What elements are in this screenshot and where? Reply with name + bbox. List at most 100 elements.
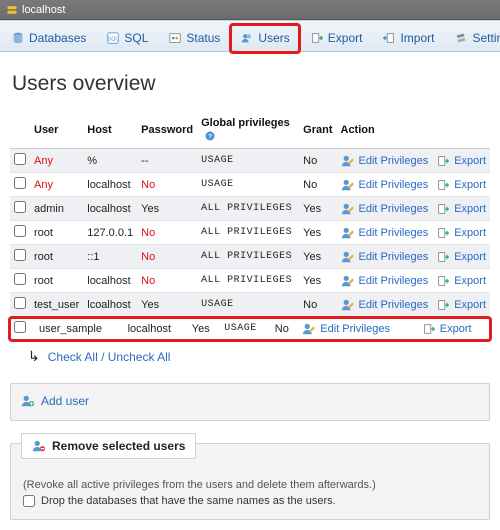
export-icon <box>310 31 324 45</box>
sql-icon: SQL <box>106 31 120 45</box>
cell-grant: Yes <box>299 221 336 245</box>
edit-privileges-icon <box>341 298 355 312</box>
cell-host: lcoalhost <box>83 293 137 317</box>
cell-edit[interactable]: Edit Privileges <box>337 221 433 245</box>
cell-export[interactable]: Export <box>432 269 490 293</box>
row-checkbox[interactable] <box>14 153 26 165</box>
cell-privileges: ALL PRIVILEGES <box>197 269 299 293</box>
row-checkbox[interactable] <box>14 321 26 333</box>
cell-privileges: USAGE <box>197 293 299 317</box>
export-icon <box>436 226 450 240</box>
edit-privileges-icon <box>341 154 355 168</box>
export-icon <box>436 178 450 192</box>
cell-host: % <box>83 149 137 173</box>
check-all-link[interactable]: Check All / Uncheck All <box>48 350 171 364</box>
cell-password: No <box>137 221 197 245</box>
cell-password: No <box>137 173 197 197</box>
server-icon <box>6 4 18 16</box>
cell-password: No <box>137 269 197 293</box>
cell-grant: No <box>299 173 336 197</box>
tab-settings[interactable]: Settings <box>445 25 500 51</box>
row-checkbox[interactable] <box>14 273 26 285</box>
cell-user: user_sample <box>35 317 124 341</box>
cell-grant: No <box>299 293 336 317</box>
svg-text:?: ? <box>208 133 212 140</box>
table-row: user_samplelocalhostYesUSAGENoEdit Privi… <box>10 317 490 341</box>
cell-privileges: ALL PRIVILEGES <box>197 245 299 269</box>
database-icon <box>11 31 25 45</box>
cell-host: 127.0.0.1 <box>83 221 137 245</box>
cell-edit[interactable]: Edit Privileges <box>337 293 433 317</box>
cell-export[interactable]: Export <box>432 197 490 221</box>
cell-export[interactable]: Export <box>432 245 490 269</box>
cell-edit[interactable]: Edit Privileges <box>337 173 433 197</box>
tab-users[interactable]: Users <box>231 25 298 51</box>
users-icon <box>240 31 254 45</box>
cell-edit[interactable]: Edit Privileges <box>337 269 433 293</box>
cell-export[interactable]: Export <box>432 221 490 245</box>
window-titlebar: localhost <box>0 0 500 20</box>
cell-host: localhost <box>124 317 188 341</box>
users-table: User Host Password Global privileges ? G… <box>10 112 490 342</box>
cell-privileges: USAGE <box>197 173 299 197</box>
export-icon <box>436 154 450 168</box>
row-checkbox[interactable] <box>14 177 26 189</box>
cell-user: Any <box>30 173 83 197</box>
row-checkbox[interactable] <box>14 297 26 309</box>
tab-status[interactable]: Status <box>159 25 229 51</box>
cell-export[interactable]: Export <box>432 293 490 317</box>
help-icon[interactable]: ? <box>203 129 217 143</box>
add-user-link[interactable]: Add user <box>41 394 89 408</box>
cell-grant: Yes <box>299 197 336 221</box>
drop-db-row[interactable]: Drop the databases that have the same na… <box>23 495 477 507</box>
table-row: test_userlcoalhostYesUSAGENoEdit Privile… <box>10 293 490 317</box>
edit-privileges-icon <box>341 178 355 192</box>
row-checkbox[interactable] <box>14 225 26 237</box>
window-title: localhost <box>22 4 65 16</box>
tab-export[interactable]: Export <box>301 25 372 51</box>
table-row: adminlocalhostYesALL PRIVILEGESYesEdit P… <box>10 197 490 221</box>
export-icon <box>436 202 450 216</box>
cell-password: Yes <box>188 317 220 341</box>
table-row: AnylocalhostNoUSAGENoEdit PrivilegesExpo… <box>10 173 490 197</box>
col-user: User <box>30 112 83 149</box>
cell-edit[interactable]: Edit Privileges <box>337 245 433 269</box>
cell-export[interactable]: Export <box>418 317 490 341</box>
table-row: rootlocalhostNoALL PRIVILEGESYesEdit Pri… <box>10 269 490 293</box>
cell-user: root <box>30 245 83 269</box>
cell-export[interactable]: Export <box>432 149 490 173</box>
cell-edit[interactable]: Edit Privileges <box>337 149 433 173</box>
edit-privileges-icon <box>302 322 316 336</box>
cell-privileges: USAGE <box>220 317 271 341</box>
cell-edit[interactable]: Edit Privileges <box>298 317 417 341</box>
cell-privileges: ALL PRIVILEGES <box>197 221 299 245</box>
cell-edit[interactable]: Edit Privileges <box>337 197 433 221</box>
table-row: root127.0.0.1NoALL PRIVILEGESYesEdit Pri… <box>10 221 490 245</box>
row-checkbox[interactable] <box>14 201 26 213</box>
cell-export[interactable]: Export <box>432 173 490 197</box>
edit-privileges-icon <box>341 274 355 288</box>
tab-import[interactable]: Import <box>373 25 443 51</box>
col-privileges: Global privileges ? <box>197 112 299 149</box>
cell-grant: No <box>299 149 336 173</box>
cell-grant: Yes <box>299 245 336 269</box>
cell-host: localhost <box>83 197 137 221</box>
tab-sql[interactable]: SQLSQL <box>97 25 157 51</box>
table-row: root::1NoALL PRIVILEGESYesEdit Privilege… <box>10 245 490 269</box>
cell-user: root <box>30 269 83 293</box>
tab-databases[interactable]: Databases <box>2 25 95 51</box>
status-icon <box>168 31 182 45</box>
main-tabbar: DatabasesSQLSQLStatusUsersExportImportSe… <box>0 20 500 52</box>
cell-user: Any <box>30 149 83 173</box>
row-checkbox[interactable] <box>14 249 26 261</box>
cell-user: test_user <box>30 293 83 317</box>
page-title: Users overview <box>12 72 490 96</box>
add-user-icon <box>21 394 35 408</box>
export-icon <box>436 298 450 312</box>
cell-user: root <box>30 221 83 245</box>
cell-grant: Yes <box>299 269 336 293</box>
col-grant: Grant <box>299 112 336 149</box>
cell-user: admin <box>30 197 83 221</box>
drop-db-checkbox[interactable] <box>23 495 35 507</box>
cell-privileges: ALL PRIVILEGES <box>197 197 299 221</box>
